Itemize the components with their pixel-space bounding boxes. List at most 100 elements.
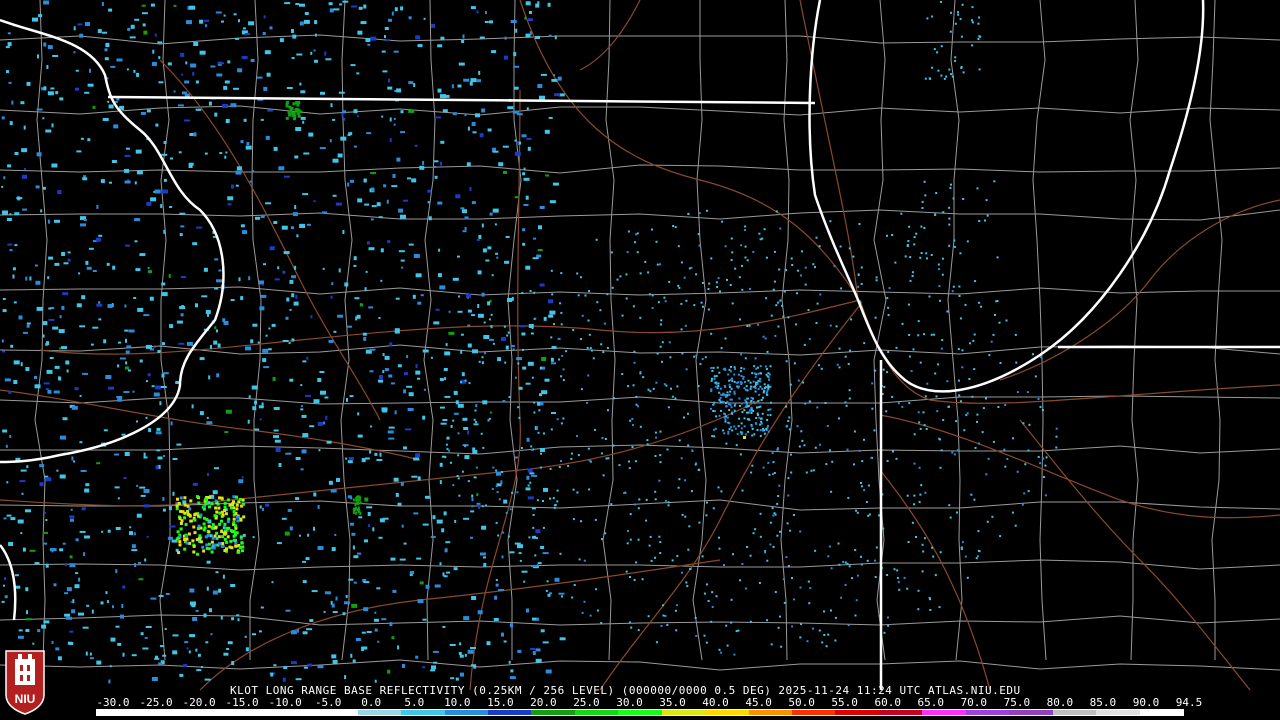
radar-echo bbox=[319, 371, 325, 373]
radar-echo bbox=[450, 425, 453, 428]
radar-echo bbox=[860, 482, 862, 484]
radar-echo bbox=[725, 442, 728, 445]
radar-echo bbox=[39, 464, 45, 468]
radar-echo bbox=[169, 206, 173, 208]
radar-echo bbox=[471, 314, 476, 317]
radar-echo bbox=[225, 409, 232, 414]
radar-echo bbox=[180, 52, 185, 57]
radar-echo bbox=[938, 268, 940, 270]
radar-echo bbox=[722, 392, 725, 395]
radar-echo bbox=[195, 648, 198, 652]
radar-echo bbox=[701, 555, 704, 558]
radar-echo bbox=[126, 68, 129, 71]
radar-echo bbox=[231, 502, 235, 505]
radar-echo bbox=[958, 394, 961, 397]
radar-echo bbox=[855, 599, 858, 602]
radar-echo bbox=[363, 178, 367, 183]
radar-echo bbox=[214, 287, 219, 290]
radar-echo bbox=[545, 174, 550, 177]
radar-echo bbox=[601, 437, 604, 439]
radar-echo bbox=[216, 73, 223, 77]
radar-echo bbox=[625, 297, 628, 300]
radar-echo bbox=[62, 417, 68, 421]
radar-echo bbox=[478, 70, 481, 75]
radar-echo bbox=[283, 251, 290, 255]
radar-echo bbox=[69, 518, 74, 522]
radar-echo bbox=[14, 244, 18, 247]
radar-echo bbox=[202, 528, 206, 532]
radar-echo bbox=[432, 515, 436, 520]
radar-echo bbox=[722, 429, 725, 432]
radar-echo bbox=[840, 287, 843, 290]
radar-echo bbox=[357, 198, 363, 203]
radar-echo bbox=[654, 431, 657, 434]
radar-echo bbox=[204, 502, 208, 506]
radar-echo bbox=[786, 522, 789, 525]
radar-echo bbox=[265, 334, 268, 337]
radar-echo bbox=[939, 466, 942, 469]
radar-echo bbox=[1055, 435, 1058, 438]
radar-echo bbox=[532, 526, 535, 529]
radar-echo bbox=[667, 504, 670, 507]
radar-echo bbox=[728, 383, 731, 386]
radar-echo bbox=[834, 639, 837, 642]
colorbar-segment bbox=[531, 710, 575, 715]
radar-echo bbox=[3, 584, 5, 587]
radar-echo bbox=[144, 636, 148, 639]
radar-echo bbox=[977, 38, 980, 40]
radar-echo bbox=[96, 462, 101, 465]
radar-echo bbox=[1016, 391, 1019, 394]
radar-echo bbox=[241, 545, 245, 549]
radar-echo bbox=[824, 402, 827, 404]
radar-echo bbox=[749, 387, 752, 390]
radar-echo bbox=[388, 437, 395, 440]
radar-echo bbox=[940, 45, 943, 48]
radar-echo bbox=[636, 251, 639, 254]
radar-echo bbox=[1044, 494, 1047, 497]
radar-echo bbox=[471, 596, 477, 600]
radar-echo bbox=[356, 115, 359, 118]
radar-echo bbox=[719, 651, 722, 654]
radar-echo bbox=[588, 333, 591, 336]
radar-echo bbox=[162, 189, 168, 194]
radar-echo bbox=[926, 382, 929, 385]
radar-echo bbox=[422, 523, 429, 526]
radar-echo bbox=[84, 488, 90, 493]
colorbar-segment bbox=[1096, 710, 1140, 715]
radar-echo bbox=[950, 73, 953, 76]
radar-echo bbox=[330, 489, 337, 493]
radar-echo bbox=[684, 324, 687, 327]
radar-echo bbox=[273, 146, 278, 151]
radar-echo bbox=[457, 403, 464, 408]
radar-echo bbox=[477, 270, 482, 275]
radar-echo bbox=[77, 23, 83, 26]
radar-echo bbox=[502, 145, 509, 148]
radar-echo bbox=[225, 151, 228, 154]
radar-echo bbox=[241, 502, 245, 506]
radar-echo bbox=[756, 406, 758, 409]
radar-echo bbox=[627, 230, 630, 233]
radar-echo bbox=[544, 129, 550, 134]
radar-echo bbox=[719, 290, 721, 293]
radar-echo bbox=[286, 297, 290, 302]
radar-echo bbox=[538, 409, 541, 412]
radar-echo bbox=[938, 606, 941, 609]
radar-echo bbox=[124, 452, 130, 456]
radar-echo bbox=[537, 401, 541, 406]
radar-echo bbox=[777, 447, 779, 450]
radar-echo bbox=[707, 600, 710, 602]
radar-echo bbox=[587, 447, 590, 450]
radar-echo bbox=[553, 506, 556, 509]
radar-echo bbox=[155, 385, 162, 390]
radar-echo bbox=[20, 101, 25, 105]
radar-echo bbox=[227, 60, 231, 64]
radar-echo bbox=[934, 372, 937, 375]
radar-echo bbox=[521, 134, 527, 138]
radar-echo bbox=[572, 488, 575, 491]
colorbar-segment bbox=[227, 710, 271, 715]
radar-echo bbox=[655, 240, 658, 243]
radar-echo bbox=[510, 20, 517, 23]
radar-echo bbox=[408, 16, 412, 20]
radar-echo bbox=[694, 463, 697, 466]
radar-echo bbox=[606, 347, 609, 349]
